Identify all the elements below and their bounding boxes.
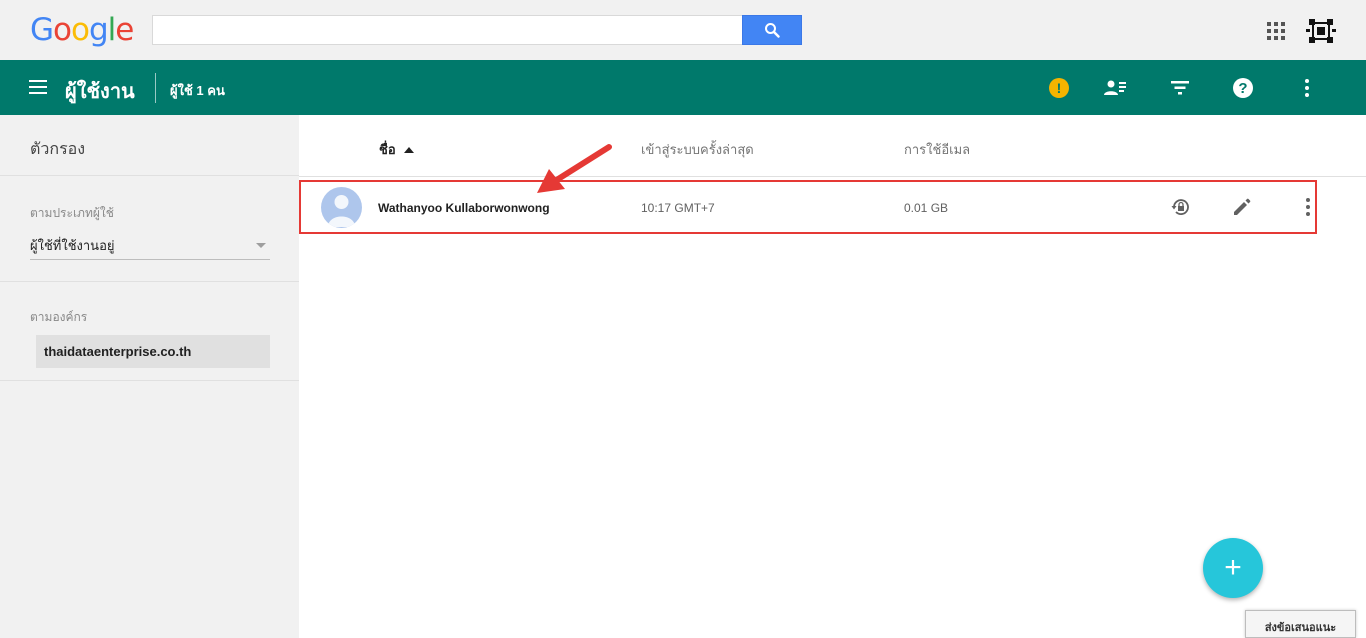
header-divider — [299, 176, 1366, 177]
edit-icon[interactable] — [1230, 195, 1254, 219]
menu-icon[interactable] — [29, 80, 47, 94]
logo-letter: g — [88, 12, 109, 48]
google-bar: Google — [0, 0, 1366, 60]
avatar — [321, 187, 362, 228]
last-login: 10:17 GMT+7 — [641, 201, 715, 215]
logo-letter: o — [53, 12, 72, 48]
filter-title: ตัวกรอง — [30, 141, 86, 158]
user-name[interactable]: Wathanyoo Kullaborwonwong — [378, 201, 550, 215]
organization-logo[interactable] — [1306, 16, 1336, 46]
column-label: ชื่อ — [379, 142, 396, 157]
search-button[interactable] — [742, 15, 802, 45]
user-count: ผู้ใช้ 1 คน — [170, 83, 225, 98]
org-label: ตามองค์กร — [30, 310, 88, 324]
page-title: ผู้ใช้งาน — [65, 81, 135, 103]
divider — [0, 380, 299, 381]
add-user-icon[interactable] — [1104, 76, 1128, 100]
logo-letter: e — [115, 12, 134, 48]
user-type-label: ตามประเภทผู้ใช้ — [30, 206, 114, 220]
table-row[interactable]: Wathanyoo Kullaborwonwong 10:17 GMT+7 0.… — [299, 180, 1317, 234]
divider — [0, 175, 299, 176]
more-vert-icon[interactable] — [1295, 76, 1319, 100]
reset-password-icon[interactable] — [1169, 195, 1193, 219]
search-icon — [765, 23, 780, 38]
filter-icon[interactable] — [1168, 76, 1192, 100]
send-feedback-button[interactable]: ส่งข้อเสนอแนะ — [1245, 610, 1356, 638]
header-divider — [155, 73, 156, 103]
google-logo[interactable]: Google — [30, 12, 134, 48]
logo-letter: o — [71, 12, 90, 48]
help-icon[interactable]: ? — [1231, 76, 1255, 100]
logo-letter: G — [30, 12, 54, 48]
user-type-value: ผู้ใช้ที่ใช้งานอยู่ — [30, 238, 115, 253]
column-header-last-login[interactable]: เข้าสู่ระบบครั้งล่าสุด — [641, 139, 754, 160]
more-vert-icon[interactable] — [1296, 195, 1320, 219]
caret-down-icon — [256, 243, 266, 248]
email-usage: 0.01 GB — [904, 201, 949, 215]
column-header-name[interactable]: ชื่อ — [379, 139, 414, 160]
sort-ascending-icon — [403, 147, 414, 153]
search-input[interactable] — [152, 15, 742, 45]
warning-icon[interactable]: ! — [1047, 76, 1071, 100]
column-header-email-usage[interactable]: การใช้อีเมล — [904, 139, 970, 160]
filter-panel: ตัวกรอง ตามประเภทผู้ใช้ ผู้ใช้ที่ใช้งานอ… — [0, 115, 299, 638]
divider — [0, 281, 299, 282]
org-filter-chip[interactable]: thaidataenterprise.co.th — [36, 335, 270, 368]
add-user-fab[interactable]: + — [1203, 538, 1263, 598]
app-header: ผู้ใช้งาน ผู้ใช้ 1 คน ! ? — [0, 60, 1366, 115]
apps-grid-icon[interactable] — [1267, 22, 1285, 40]
user-type-select[interactable]: ผู้ใช้ที่ใช้งานอยู่ — [30, 235, 270, 260]
